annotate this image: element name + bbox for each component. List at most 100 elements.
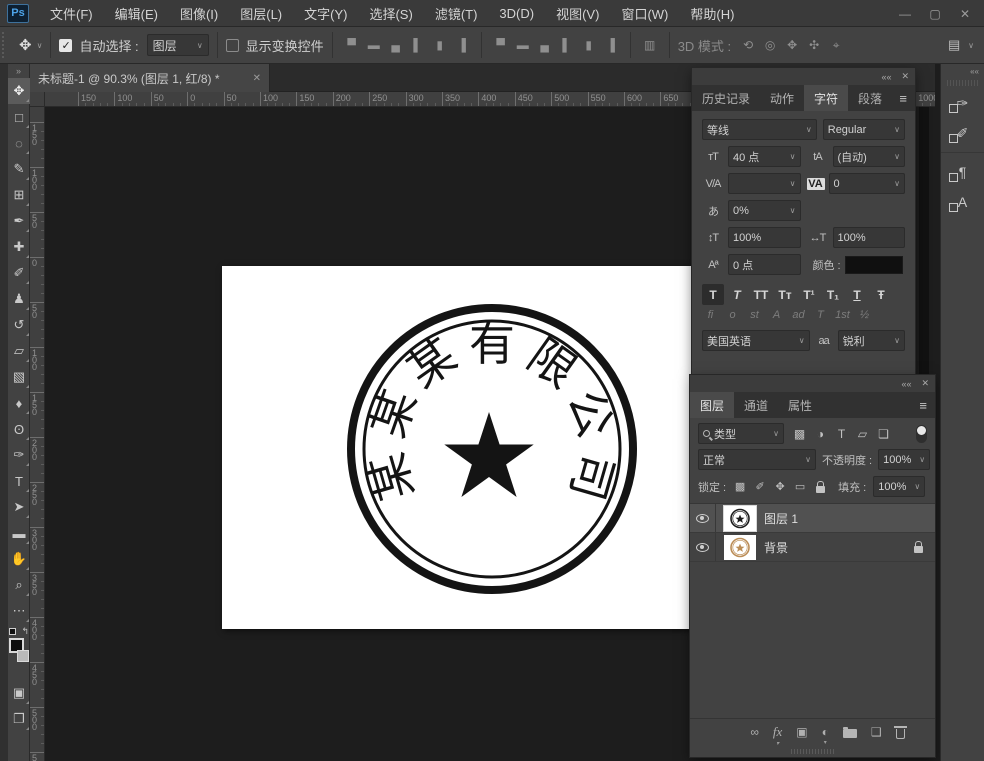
paragraph-styles-panel-icon[interactable]: ¶	[941, 157, 984, 187]
collapse-panel-icon[interactable]: ««	[901, 379, 911, 389]
marquee-tool[interactable]: □	[8, 104, 30, 130]
dock-grip[interactable]	[947, 80, 978, 86]
menu-item-image[interactable]: 图像(I)	[169, 0, 229, 26]
layer-filter-toggle[interactable]	[916, 425, 927, 443]
panel-menu-icon[interactable]: ≡	[899, 85, 907, 111]
layer-style-button[interactable]: fx▾	[773, 724, 782, 740]
layer-thumbnail[interactable]	[724, 535, 756, 560]
dodge-tool[interactable]: ʘ	[8, 416, 30, 442]
auto-select-target-dropdown[interactable]: 图层 ∨	[147, 34, 209, 56]
stylistic-alternates-button[interactable]: ad	[790, 309, 807, 321]
character-styles-panel-icon[interactable]: A	[941, 187, 984, 217]
font-size-dropdown[interactable]: 40 点 ∨	[728, 146, 801, 167]
tab-properties[interactable]: 属性	[778, 392, 822, 418]
menu-item-type[interactable]: 文字(Y)	[293, 0, 358, 26]
new-group-button[interactable]	[843, 726, 857, 738]
new-adjustment-layer-button[interactable]: ◐▾	[822, 725, 829, 739]
tab-history[interactable]: 历史记录	[692, 85, 760, 111]
distribute-right-edges-button[interactable]: ▐	[600, 34, 622, 56]
background-color-swatch[interactable]	[17, 650, 29, 662]
distribute-bottom-edges-button[interactable]: ▄	[534, 34, 556, 56]
align-horizontal-centers-button[interactable]: ▮	[429, 34, 451, 56]
layer-visibility-toggle[interactable]	[690, 504, 716, 532]
layer-filter-dropdown[interactable]: 类型 ∨	[698, 423, 784, 444]
faux-italic-button[interactable]: T	[726, 284, 748, 305]
maximize-window-button[interactable]: ▢	[920, 0, 950, 27]
options-bar-grip[interactable]	[2, 32, 9, 58]
menu-item-help[interactable]: 帮助(H)	[679, 0, 745, 26]
brush-settings-panel-icon[interactable]: ✑	[941, 88, 984, 118]
text-color-swatch[interactable]	[845, 256, 903, 274]
distribute-vertical-centers-button[interactable]: ▬	[512, 34, 534, 56]
3d-roll-button[interactable]: ◎	[759, 34, 781, 56]
tab-actions[interactable]: 动作	[760, 85, 804, 111]
quick-mask-button[interactable]: ▣	[8, 680, 30, 706]
opacity-dropdown[interactable]: 100% ∨	[878, 449, 930, 470]
collapse-panel-icon[interactable]: ««	[881, 72, 891, 82]
lock-image-pixels-button[interactable]: ✐	[753, 480, 767, 493]
font-family-dropdown[interactable]: 等线 ∨	[702, 119, 817, 140]
tsume-dropdown[interactable]: 0% ∨	[728, 200, 801, 221]
quick-select-tool[interactable]: ✎	[8, 156, 30, 182]
layer-row[interactable]: 背景	[690, 533, 935, 562]
type-tool[interactable]: T	[8, 468, 30, 494]
blur-tool[interactable]: ♦	[8, 390, 30, 416]
tab-character[interactable]: 字符	[804, 85, 848, 111]
titling-alternates-button[interactable]: T	[812, 309, 829, 321]
align-left-edges-button[interactable]: ▌	[407, 34, 429, 56]
ordinals-button[interactable]: 1st	[834, 309, 851, 321]
baseline-shift-field[interactable]: 0 点	[728, 254, 801, 275]
clone-stamp-tool[interactable]: ♟	[8, 286, 30, 312]
filter-adjustment-layers-button[interactable]: ◑	[812, 427, 829, 441]
close-panel-icon[interactable]: ✕	[921, 378, 929, 389]
close-panel-icon[interactable]: ✕	[901, 71, 909, 82]
spot-healing-tool[interactable]: ✚	[8, 234, 30, 260]
3d-slide-button[interactable]: ✣	[803, 34, 825, 56]
tool-preset-caret-icon[interactable]: ∨	[37, 41, 43, 50]
distribute-top-edges-button[interactable]: ▀	[490, 34, 512, 56]
more-tools-tool[interactable]: ⋯	[8, 598, 30, 624]
antialias-dropdown[interactable]: 锐利 ∨	[838, 330, 905, 351]
horizontal-scale-field[interactable]: 100%	[833, 227, 906, 248]
hand-tool[interactable]: ✋	[8, 546, 30, 572]
3d-zoom-button[interactable]: ⌖	[825, 34, 847, 56]
history-brush-tool[interactable]: ↺	[8, 312, 30, 338]
ruler-origin-box[interactable]	[30, 92, 45, 107]
panel-resize-grip[interactable]	[791, 749, 835, 754]
toolbar-expand-icon[interactable]: »	[8, 64, 29, 78]
menu-item-file[interactable]: 文件(F)	[39, 0, 104, 26]
lock-artboard-button[interactable]: ▭	[793, 480, 807, 493]
move-tool-preset-icon[interactable]: ✥	[19, 36, 32, 54]
language-dropdown[interactable]: 美国英语 ∨	[702, 330, 810, 351]
dock-collapse-icon[interactable]: ««	[941, 64, 984, 78]
underline-button[interactable]: T	[846, 284, 868, 305]
blend-mode-dropdown[interactable]: 正常 ∨	[698, 449, 816, 470]
pen-tool[interactable]: ✑	[8, 442, 30, 468]
default-colors-icon[interactable]	[9, 628, 16, 635]
layer-row[interactable]: 图层 1	[690, 504, 935, 533]
small-caps-button[interactable]: Tᴛ	[774, 284, 796, 305]
fractions-button[interactable]: ½	[856, 309, 873, 321]
menu-item-view[interactable]: 视图(V)	[545, 0, 610, 26]
contextual-alternates-button[interactable]: o	[724, 309, 741, 321]
tracking-dropdown[interactable]: 0 ∨	[829, 173, 906, 194]
3d-orbit-button[interactable]: ⟲	[737, 34, 759, 56]
align-bottom-edges-button[interactable]: ▄	[385, 34, 407, 56]
brush-tool[interactable]: ✐	[8, 260, 30, 286]
menu-item-window[interactable]: 窗口(W)	[610, 0, 679, 26]
swap-colors-icon[interactable]: ↰	[21, 626, 29, 637]
add-layer-mask-button[interactable]: ▣	[796, 725, 807, 739]
close-window-button[interactable]: ✕	[950, 0, 980, 27]
distribute-horizontal-centers-button[interactable]: ▮	[578, 34, 600, 56]
menu-item-layer[interactable]: 图层(L)	[229, 0, 293, 26]
vertical-scale-field[interactable]: 100%	[728, 227, 801, 248]
document-tab[interactable]: 未标题-1 @ 90.3% (图层 1, 红/8) * ✕	[30, 64, 270, 92]
all-caps-button[interactable]: TT	[750, 284, 772, 305]
menu-item-select[interactable]: 选择(S)	[358, 0, 423, 26]
brush-presets-panel-icon[interactable]: ✐	[941, 118, 984, 148]
link-layers-button[interactable]: ∞	[750, 725, 759, 739]
distribute-spacing-button[interactable]: ▥	[639, 34, 661, 56]
faux-bold-button[interactable]: T	[702, 284, 724, 305]
filter-shape-layers-button[interactable]: ▱	[854, 427, 871, 441]
discretionary-ligatures-button[interactable]: st	[746, 309, 763, 321]
